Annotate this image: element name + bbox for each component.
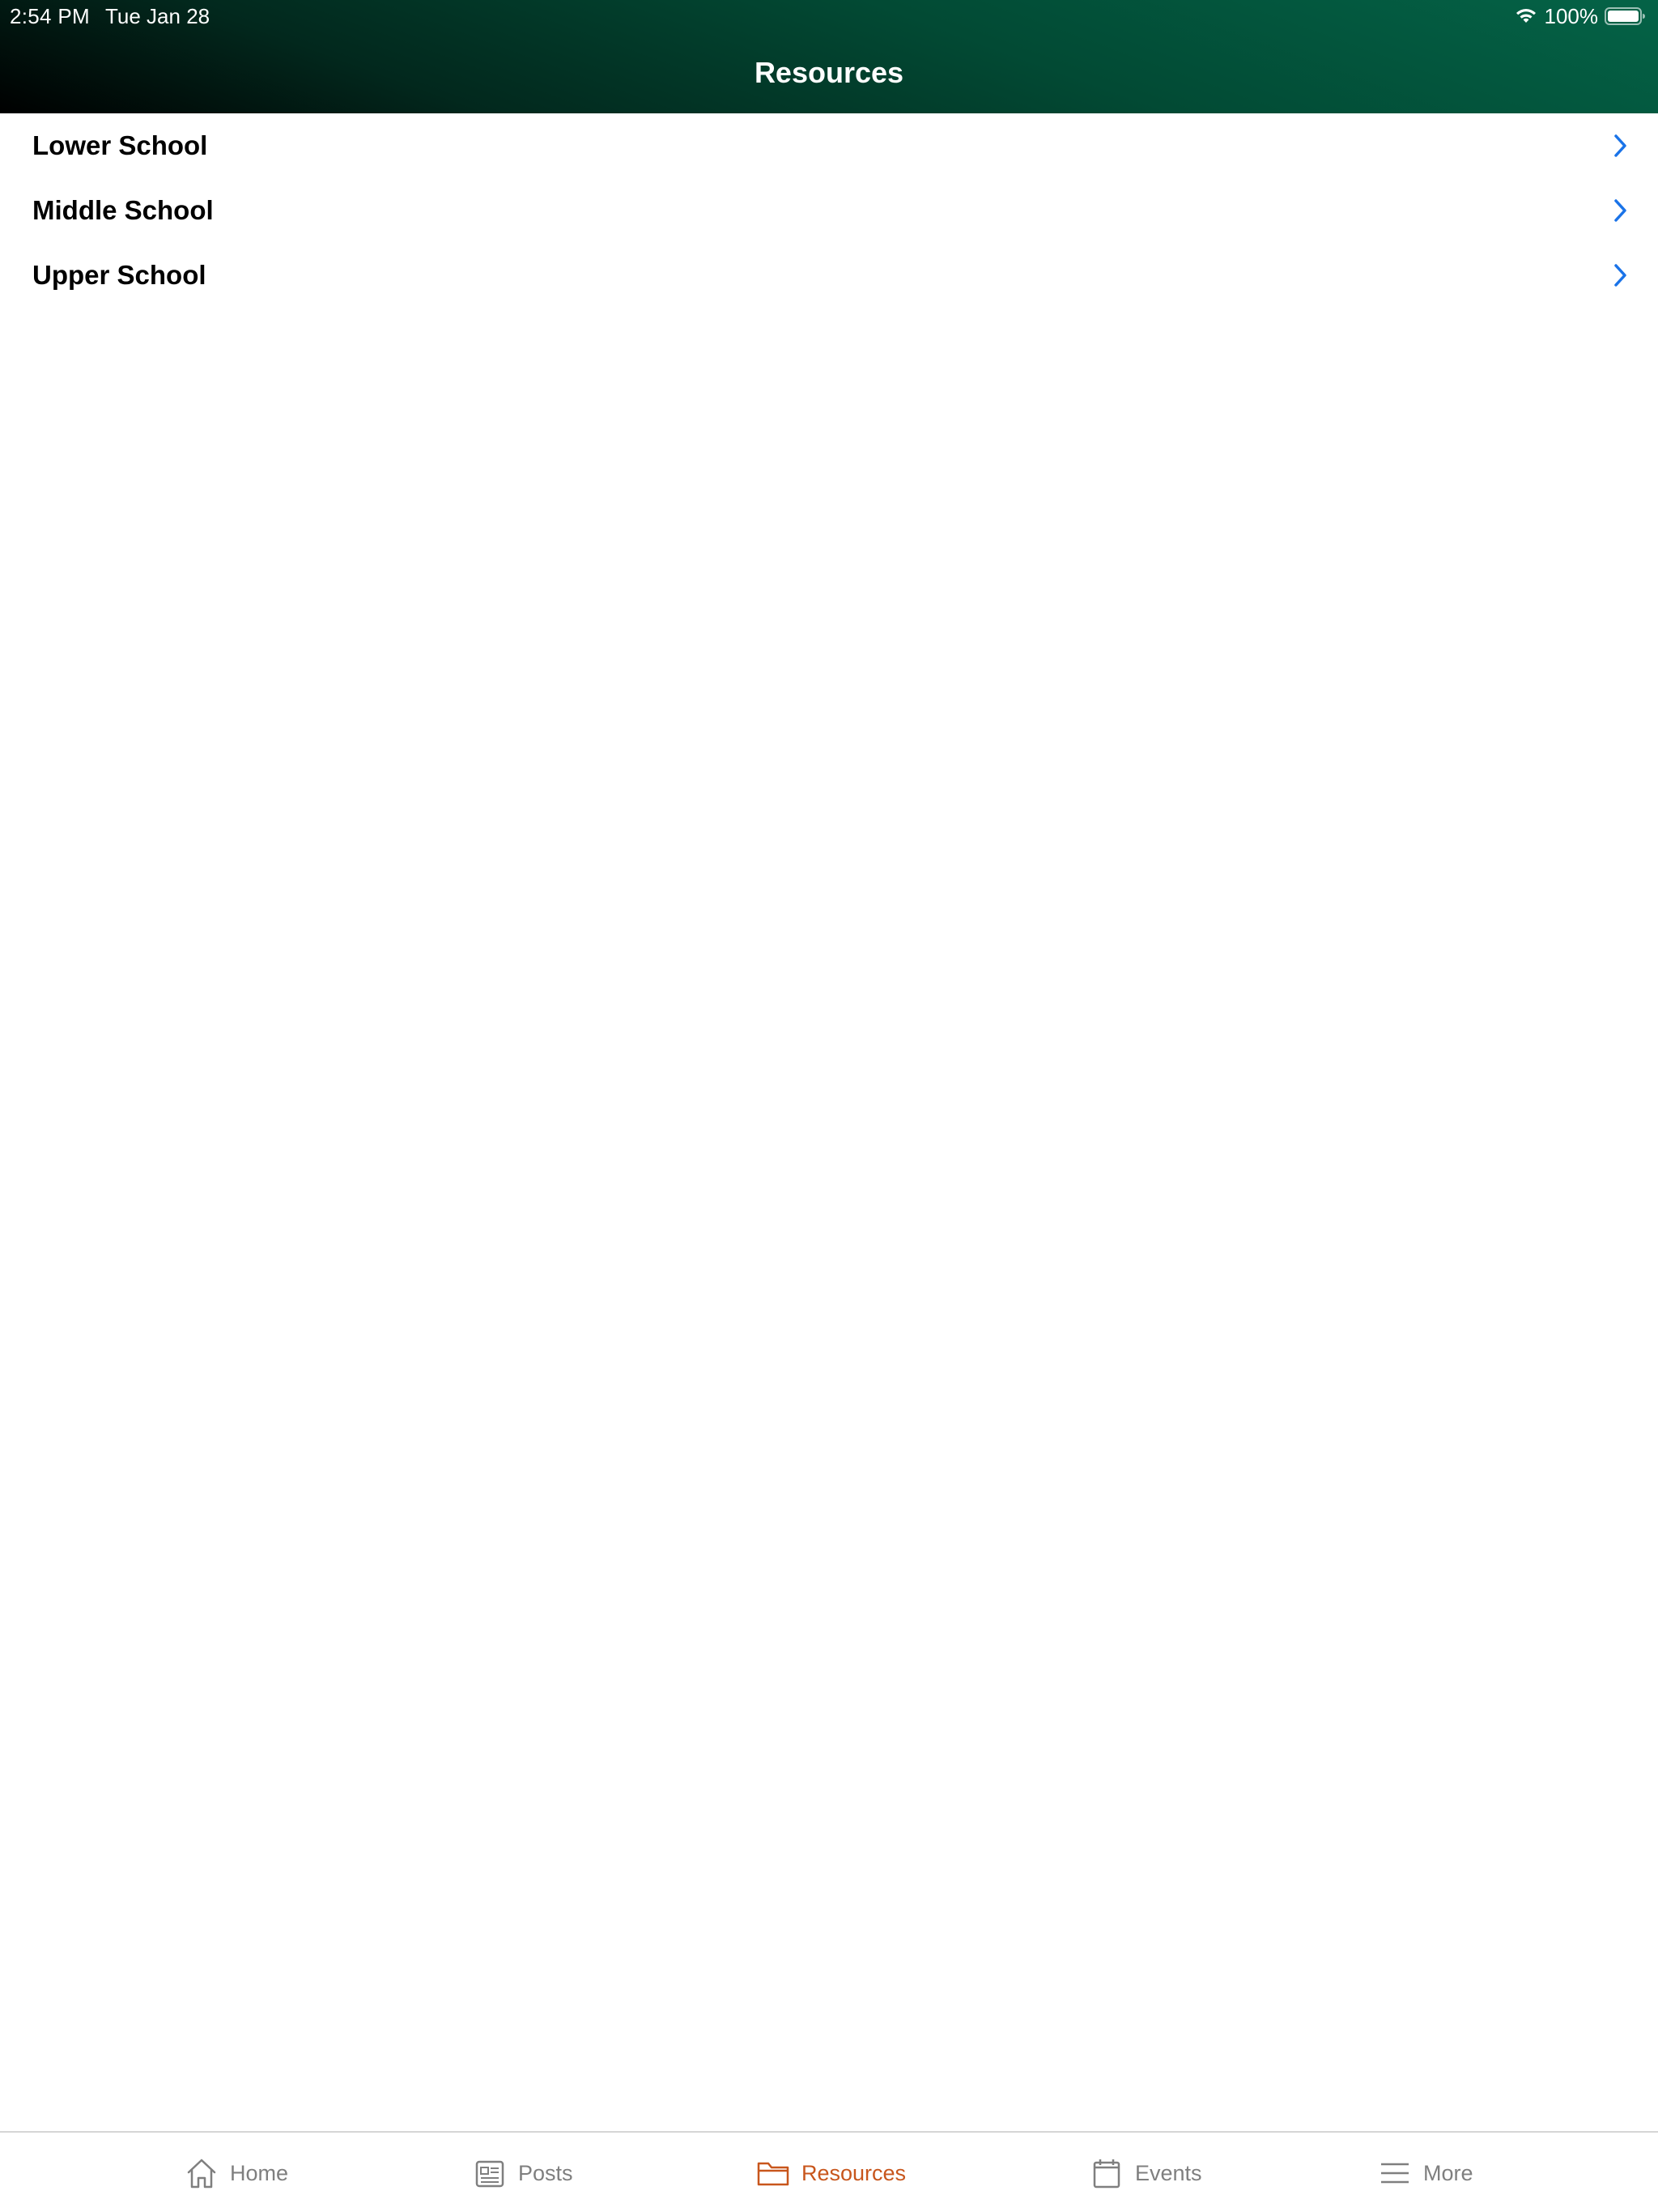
navigation-header: 2:54 PM Tue Jan 28 100% Resources xyxy=(0,0,1658,113)
resources-list: Lower School Middle School Upper School xyxy=(0,113,1658,308)
folder-icon xyxy=(757,2162,789,2186)
chevron-right-icon xyxy=(1614,199,1626,222)
status-indicators: 100% xyxy=(1514,3,1647,29)
list-item-lower-school[interactable]: Lower School xyxy=(0,113,1658,178)
tab-more[interactable]: More xyxy=(1378,2154,1473,2193)
page-title: Resources xyxy=(754,56,904,89)
wifi-icon xyxy=(1516,9,1536,23)
tab-label: Posts xyxy=(518,2160,573,2185)
tab-label: Home xyxy=(230,2160,289,2185)
tab-bar: Home Posts Resources Events More xyxy=(0,2131,1658,2212)
tab-label: Events xyxy=(1135,2160,1202,2185)
home-icon xyxy=(187,2159,216,2189)
calendar-icon xyxy=(1093,2159,1120,2189)
newspaper-icon xyxy=(475,2160,504,2188)
tab-resources[interactable]: Resources xyxy=(756,2154,906,2193)
chevron-right-icon xyxy=(1614,134,1626,157)
battery-percent: 100% xyxy=(1544,3,1599,28)
battery-icon xyxy=(1605,7,1645,25)
status-time: 2:54 PM xyxy=(10,4,90,28)
list-item-upper-school[interactable]: Upper School xyxy=(0,243,1658,308)
tab-label: More xyxy=(1423,2160,1473,2185)
menu-icon xyxy=(1381,2163,1409,2184)
tab-events[interactable]: Events xyxy=(1090,2154,1202,2193)
tab-label: Resources xyxy=(801,2160,907,2185)
list-item-label: Lower School xyxy=(32,130,208,160)
list-item-label: Upper School xyxy=(32,260,206,290)
status-date: Tue Jan 28 xyxy=(105,4,210,28)
chevron-right-icon xyxy=(1614,264,1626,287)
app-screen: 2:54 PM Tue Jan 28 100% Resources Lower … xyxy=(0,0,1658,2212)
list-item-label: Middle School xyxy=(32,195,214,225)
tab-posts[interactable]: Posts xyxy=(473,2154,573,2193)
tab-home[interactable]: Home xyxy=(185,2154,288,2193)
list-item-middle-school[interactable]: Middle School xyxy=(0,178,1658,243)
